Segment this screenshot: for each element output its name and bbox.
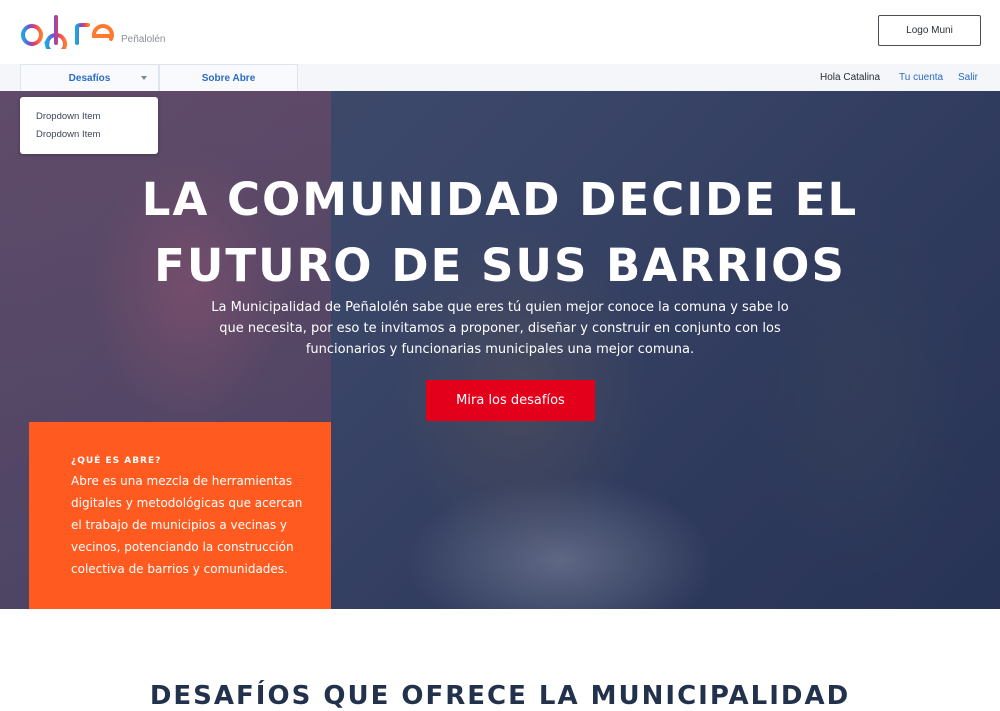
user-greeting: Hola Catalina (820, 72, 881, 83)
chevron-down-icon (141, 76, 147, 80)
site-header: Peñalolén Logo Muni (0, 0, 1000, 64)
nav-tab-sobre-abre[interactable]: Sobre Abre (159, 64, 298, 91)
logout-link[interactable]: Salir (958, 64, 978, 91)
hero-description: La Municipalidad de Peñalolén sabe que e… (211, 300, 789, 357)
challenges-section-heading: DESAFÍOS QUE OFRECE LA MUNICIPALIDAD (149, 681, 851, 711)
view-challenges-button[interactable]: Mira los desafíos (426, 380, 595, 421)
dropdown-item[interactable]: Dropdown Item (20, 108, 158, 126)
abre-logo[interactable] (20, 9, 120, 49)
about-abre-box: ¿QUÉ ES ABRE? Abre es una mezcla de herr… (29, 422, 331, 609)
account-link[interactable]: Tu cuenta (899, 64, 943, 91)
nav-tab-desafios[interactable]: Desafíos (20, 64, 159, 91)
logo-muni-button[interactable]: Logo Muni (878, 15, 981, 46)
main-navbar: Desafíos Sobre Abre Hola Catalina Tu cue… (0, 64, 1000, 91)
desafios-dropdown-menu: Dropdown Item Dropdown Item (20, 97, 158, 154)
about-text: Abre es una mezcla de herramientas digit… (71, 474, 303, 576)
nav-tab-label: Desafíos (68, 72, 111, 84)
logo-subtitle: Peñalolén (121, 34, 166, 45)
hero-section: LA COMUNIDAD DECIDE EL FUTURO DE SUS BAR… (0, 91, 1000, 609)
nav-tab-label: Sobre Abre (201, 72, 256, 84)
about-title: ¿QUÉ ES ABRE? (71, 456, 162, 466)
hero-title: LA COMUNIDAD DECIDE EL FUTURO DE SUS BAR… (0, 167, 1000, 299)
hero-title-line2: FUTURO DE SUS BARRIOS (154, 239, 846, 292)
dropdown-item[interactable]: Dropdown Item (20, 126, 158, 144)
hero-title-line1: LA COMUNIDAD DECIDE EL (141, 173, 859, 226)
